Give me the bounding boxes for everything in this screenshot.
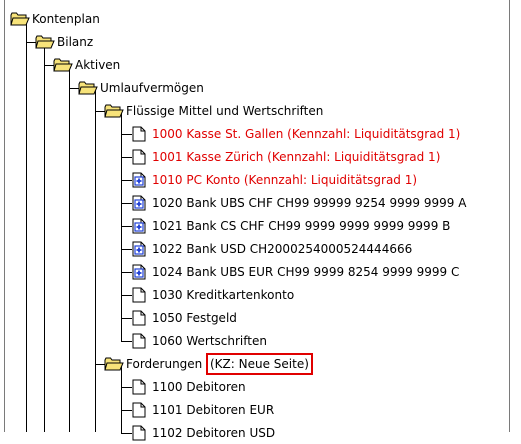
tree-item[interactable]: 1010 PC Konto (Kennzahl: Liquiditätsgrad… <box>0 170 521 190</box>
document-icon[interactable] <box>130 425 150 441</box>
document-icon[interactable] <box>130 379 150 395</box>
tree-item[interactable]: Umlaufvermögen <box>0 78 521 98</box>
tree-item-label[interactable]: 1021 Bank CS CHF CH99 9999 9999 9999 999… <box>152 216 450 236</box>
folder-icon[interactable] <box>104 103 124 119</box>
folder-icon[interactable] <box>35 34 55 50</box>
tree-item-label[interactable]: 1101 Debitoren EUR <box>152 400 274 420</box>
tree-item-label[interactable]: Kontenplan <box>32 9 100 29</box>
tree-item[interactable]: Forderungen (KZ: Neue Seite) <box>0 353 521 375</box>
tree-item[interactable]: 1030 Kreditkartenkonto <box>0 285 521 305</box>
tree-item-label[interactable]: Umlaufvermögen <box>100 78 204 98</box>
bank-plus-icon[interactable] <box>130 264 150 280</box>
document-icon[interactable] <box>130 402 150 418</box>
tree-item[interactable]: 1102 Debitoren USD <box>0 423 521 443</box>
tree-item[interactable]: 1101 Debitoren EUR <box>0 400 521 420</box>
tree-item-label[interactable]: Forderungen <box>126 354 202 374</box>
account-tree: Kontenplan Bilanz Aktiven Umlaufvermögen… <box>0 0 521 441</box>
tree-item-label[interactable]: 1020 Bank UBS CHF CH99 99999 9254 9999 9… <box>152 193 466 213</box>
tree-item-label[interactable]: 1022 Bank USD CH2000254000524444666 <box>152 239 412 259</box>
tree-item-label[interactable]: 1050 Festgeld <box>152 308 237 328</box>
kennzahl-annotation: (KZ: Neue Seite) <box>206 353 313 375</box>
tree-item-label[interactable]: 1060 Wertschriften <box>152 331 267 351</box>
tree-item[interactable]: 1001 Kasse Zürich (Kennzahl: Liquiditäts… <box>0 147 521 167</box>
tree-item-label[interactable]: Flüssige Mittel und Wertschriften <box>126 101 323 121</box>
tree-item-label[interactable]: 1100 Debitoren <box>152 377 246 397</box>
tree-item[interactable]: Flüssige Mittel und Wertschriften <box>0 101 521 121</box>
document-icon[interactable] <box>130 287 150 303</box>
folder-icon[interactable] <box>53 57 73 73</box>
tree-item[interactable]: 1024 Bank UBS EUR CH99 9999 8254 9999 99… <box>0 262 521 282</box>
bank-plus-icon[interactable] <box>130 172 150 188</box>
tree-item-label[interactable]: 1102 Debitoren USD <box>152 423 275 443</box>
tree-item-label[interactable]: 1010 PC Konto (Kennzahl: Liquiditätsgrad… <box>152 170 417 190</box>
document-icon[interactable] <box>130 126 150 142</box>
tree-item[interactable]: 1020 Bank UBS CHF CH99 99999 9254 9999 9… <box>0 193 521 213</box>
folder-icon[interactable] <box>104 356 124 372</box>
tree-item[interactable]: Kontenplan <box>0 9 521 29</box>
tree-item-label[interactable]: Aktiven <box>75 55 120 75</box>
tree-item[interactable]: 1060 Wertschriften <box>0 331 521 351</box>
tree-item[interactable]: 1050 Festgeld <box>0 308 521 328</box>
bank-plus-icon[interactable] <box>130 241 150 257</box>
bank-plus-icon[interactable] <box>130 218 150 234</box>
bank-plus-icon[interactable] <box>130 195 150 211</box>
tree-item-label[interactable]: Bilanz <box>57 32 93 52</box>
tree-item[interactable]: Aktiven <box>0 55 521 75</box>
tree-item-label[interactable]: 1024 Bank UBS EUR CH99 9999 8254 9999 99… <box>152 262 459 282</box>
document-icon[interactable] <box>130 149 150 165</box>
document-icon[interactable] <box>130 310 150 326</box>
tree-item[interactable]: Bilanz <box>0 32 521 52</box>
folder-icon[interactable] <box>78 80 98 96</box>
tree-item-label[interactable]: 1001 Kasse Zürich (Kennzahl: Liquiditäts… <box>152 147 440 167</box>
tree-item[interactable]: 1100 Debitoren <box>0 377 521 397</box>
tree-item[interactable]: 1000 Kasse St. Gallen (Kennzahl: Liquidi… <box>0 124 521 144</box>
tree-item-label[interactable]: 1000 Kasse St. Gallen (Kennzahl: Liquidi… <box>152 124 460 144</box>
document-icon[interactable] <box>130 333 150 349</box>
tree-item[interactable]: 1022 Bank USD CH2000254000524444666 <box>0 239 521 259</box>
folder-icon[interactable] <box>10 11 30 27</box>
tree-item[interactable]: 1021 Bank CS CHF CH99 9999 9999 9999 999… <box>0 216 521 236</box>
tree-item-label[interactable]: 1030 Kreditkartenkonto <box>152 285 294 305</box>
